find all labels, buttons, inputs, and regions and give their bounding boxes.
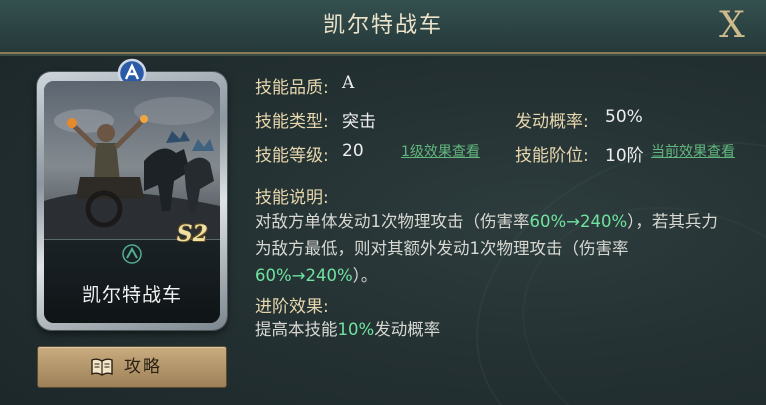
card-name: 凯尔特战车 bbox=[81, 284, 182, 306]
quality-label: 技能品质: bbox=[255, 78, 329, 98]
level-label: 技能等级: bbox=[255, 146, 329, 166]
type-value: 突击 bbox=[342, 112, 376, 132]
description-heading: 技能说明: bbox=[255, 188, 329, 208]
probability-label: 发动概率: bbox=[515, 112, 589, 132]
damage-rate-highlight-1: 60%→240% bbox=[529, 212, 628, 231]
upgrade-text-1: 提高本技能 bbox=[255, 320, 338, 339]
description-text-1: 对敌方单体发动1次物理攻击（伤害率 bbox=[255, 212, 530, 231]
type-label: 技能类型: bbox=[255, 112, 329, 132]
skill-card: 凯尔特战车 S2 bbox=[37, 58, 227, 330]
guide-button-label: 攻略 bbox=[124, 357, 162, 377]
close-button[interactable]: X bbox=[712, 4, 752, 48]
upgrade-heading: 进阶效果: bbox=[255, 297, 329, 317]
description-text-3: ）。 bbox=[352, 266, 378, 285]
skill-detail-panel: 凯尔特战车 X 凯尔特战车 S2 攻略 技能品质: A 技能类型: 突击 发动概… bbox=[0, 0, 766, 405]
upgrade-text-2: 发动概率 bbox=[374, 320, 441, 339]
description-text: 对敌方单体发动1次物理攻击（伤害率60%→240%），若其兵力为敌方最低，则对其… bbox=[255, 208, 725, 289]
level-value: 20 bbox=[342, 141, 364, 161]
quality-value: A bbox=[342, 73, 355, 93]
guide-button[interactable]: 攻略 bbox=[37, 346, 227, 388]
panel-title: 凯尔特战车 bbox=[322, 13, 443, 38]
tier-label: 技能阶位: bbox=[515, 146, 589, 166]
troop-sigil-icon bbox=[122, 244, 142, 264]
season-badge: S2 bbox=[176, 221, 208, 247]
level-effect-link[interactable]: 1级效果查看 bbox=[401, 141, 480, 161]
title-bar: 凯尔特战车 X bbox=[0, 0, 766, 54]
probability-value: 50% bbox=[605, 107, 643, 127]
card-frame: 凯尔特战车 S2 bbox=[44, 81, 220, 323]
tier-effect-link[interactable]: 当前效果查看 bbox=[651, 141, 735, 161]
upgrade-text: 提高本技能10%发动概率 bbox=[255, 316, 440, 340]
tier-value: 10阶 bbox=[605, 146, 644, 166]
book-icon bbox=[91, 358, 113, 376]
upgrade-highlight: 10% bbox=[337, 320, 375, 339]
damage-rate-highlight-2: 60%→240% bbox=[255, 266, 353, 285]
